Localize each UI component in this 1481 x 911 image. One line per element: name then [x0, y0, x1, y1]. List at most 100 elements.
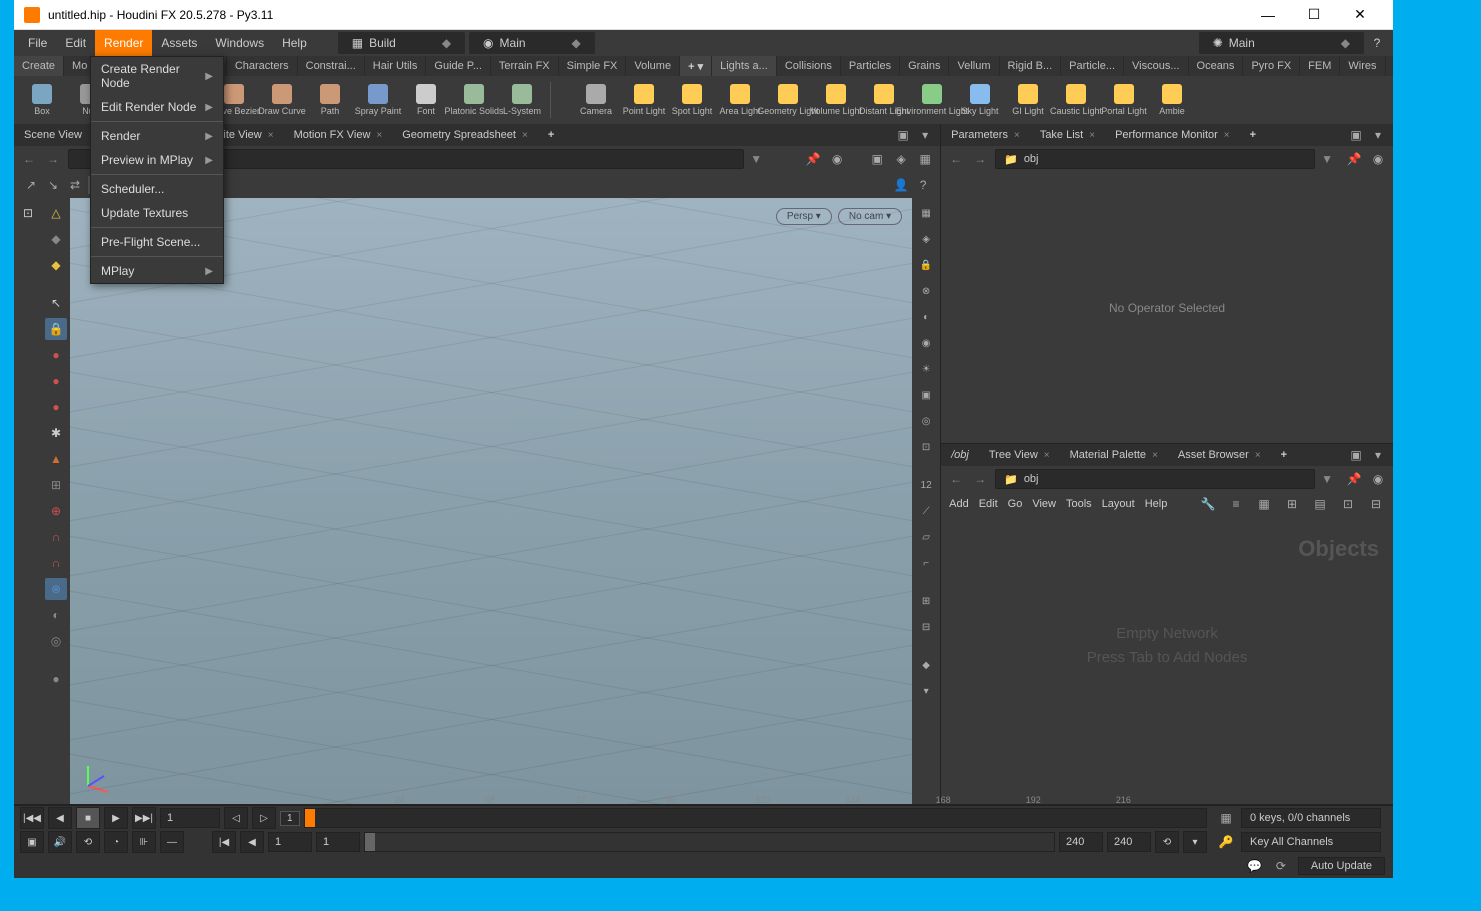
menu-file[interactable]: File [19, 30, 56, 56]
tab-motion-fx-view[interactable]: Motion FX View × [284, 124, 393, 146]
nav-forward-button[interactable]: → [44, 150, 62, 168]
shelf-tab-simple-fx[interactable]: Simple FX [559, 56, 627, 76]
display-option-3[interactable]: ⊗ [915, 280, 937, 302]
radial-menu-selector[interactable]: ✺ Main ◆ [1199, 32, 1364, 54]
net-toolbar-icon-6[interactable]: ⊟ [1367, 495, 1385, 513]
shelf-tab-particles[interactable]: Particles [841, 56, 900, 76]
render-menu-update-textures[interactable]: Update Textures [91, 201, 223, 225]
display-option-5[interactable]: ◉ [915, 332, 937, 354]
param-link-icon[interactable]: ◉ [1369, 150, 1387, 168]
link-icon[interactable]: ◉ [828, 150, 846, 168]
shelf-tool-camera[interactable]: Camera [572, 78, 620, 122]
shelf-tool-caustic-light[interactable]: Caustic Light [1052, 78, 1100, 122]
shelf-tab-wires[interactable]: Wires [1340, 56, 1385, 76]
shelf-tool-spray-paint[interactable]: Spray Paint [354, 78, 402, 122]
shelf-tool-portal-light[interactable]: Portal Light [1100, 78, 1148, 122]
net-toolbar-icon-0[interactable]: 🔧 [1199, 495, 1217, 513]
shelf-tab-collisions[interactable]: Collisions [777, 56, 841, 76]
net-pin-icon[interactable]: 📌 [1345, 470, 1363, 488]
shelf-tool-lsystem[interactable]: L-System [498, 78, 546, 122]
pane-max-icon[interactable]: ▣ [1347, 446, 1365, 464]
shelf-tab-vellum[interactable]: Vellum [949, 56, 999, 76]
shelf-tab-lights-a-[interactable]: Lights a... [712, 56, 777, 76]
integer-button[interactable]: ⊪ [132, 831, 156, 853]
display-option-4[interactable]: ◐ [915, 306, 937, 328]
step-fwd-button[interactable]: ▷ [252, 807, 276, 829]
net-menu-add[interactable]: Add [949, 498, 969, 510]
viewport-tool-9[interactable]: ✱ [45, 422, 67, 444]
param-nav-fwd[interactable]: → [971, 150, 989, 168]
pane-menu-icon[interactable]: ▾ [1369, 126, 1387, 144]
desktop-selector-build[interactable]: ▦ Build ◆ [338, 32, 465, 54]
shelf-tool-path[interactable]: Path [306, 78, 354, 122]
display-option-11[interactable]: 12 [915, 474, 937, 496]
net-menu-layout[interactable]: Layout [1102, 498, 1135, 510]
net-toolbar-icon-2[interactable]: ▦ [1255, 495, 1273, 513]
maximize-button[interactable]: ☐ [1291, 0, 1337, 30]
shelf-tab-hair-utils[interactable]: Hair Utils [365, 56, 427, 76]
display-option-16[interactable]: ⊞ [915, 590, 937, 612]
minimize-button[interactable]: — [1245, 0, 1291, 30]
shelf-tool-draw-curve[interactable]: Draw Curve [258, 78, 306, 122]
render-menu-mplay[interactable]: MPlay▶ [91, 259, 223, 283]
play-backward-button[interactable]: ◀ [48, 807, 72, 829]
shelf-tab-fem[interactable]: FEM [1300, 56, 1340, 76]
first-frame-button[interactable]: |◀◀ [20, 807, 44, 829]
nav-back-button[interactable]: ← [20, 150, 38, 168]
net-menu-edit[interactable]: Edit [979, 498, 998, 510]
tab-parameters[interactable]: Parameters × [941, 124, 1030, 146]
shelf-tool-box[interactable]: Box [18, 78, 66, 122]
shelf-tab-create[interactable]: Create [14, 56, 64, 76]
viewport-tool-1[interactable]: ◆ [45, 228, 67, 250]
range-end-field[interactable] [1059, 832, 1103, 852]
shelf-tool-environment-light[interactable]: Environment Light [908, 78, 956, 122]
shelf-tab-constrai-[interactable]: Constrai... [298, 56, 365, 76]
shelf-tool-spot-light[interactable]: Spot Light [668, 78, 716, 122]
pin-icon[interactable]: 📌 [804, 150, 822, 168]
param-pin-icon[interactable]: 📌 [1345, 150, 1363, 168]
play-forward-button[interactable]: ▶ [104, 807, 128, 829]
shelf-tab-grains[interactable]: Grains [900, 56, 949, 76]
display-option-14[interactable]: ⌐ [915, 552, 937, 574]
shelf-tab-characters[interactable]: Characters [227, 56, 298, 76]
pane-max-icon[interactable]: ▣ [894, 126, 912, 144]
key-mode-field[interactable]: Key All Channels [1241, 832, 1381, 852]
shelf-tab-terrain-fx[interactable]: Terrain FX [491, 56, 559, 76]
viewport-tool-5[interactable]: 🔒 [45, 318, 67, 340]
tab-material-palette[interactable]: Material Palette × [1060, 444, 1168, 466]
viewport-tool-17[interactable]: ◎ [45, 630, 67, 652]
display-option-2[interactable]: 🔒 [915, 254, 937, 276]
tab-scene-view[interactable]: Scene View [14, 124, 92, 146]
3d-viewport[interactable]: Persp ▾ No cam ▾ [70, 198, 912, 804]
realtime-button[interactable]: ▣ [20, 831, 44, 853]
net-menu-view[interactable]: View [1032, 498, 1056, 510]
range-back-button[interactable]: ◀ [240, 831, 264, 853]
view-tool-1[interactable]: ↗ [22, 176, 40, 194]
pane-max-icon[interactable]: ▣ [1347, 126, 1365, 144]
viewport-tool-10[interactable]: ▲ [45, 448, 67, 470]
net-toolbar-icon-5[interactable]: ⊡ [1339, 495, 1357, 513]
view-tool-9[interactable]: 👤 [892, 176, 910, 194]
persp-dropdown[interactable]: Persp ▾ [776, 208, 832, 225]
current-frame-field[interactable] [160, 808, 220, 828]
viewport-tool-13[interactable]: ∩ [45, 526, 67, 548]
loop-button[interactable]: ⟲ [76, 831, 100, 853]
range-reset-button[interactable]: ⟲ [1155, 831, 1179, 853]
menu-windows[interactable]: Windows [206, 30, 273, 56]
shelf-tab-crowds[interactable]: Crowds [1386, 56, 1393, 76]
range-first-button[interactable]: |◀ [212, 831, 236, 853]
help-button[interactable]: ? [1366, 30, 1388, 56]
display-option-12[interactable]: ⟋ [915, 500, 937, 522]
step-back-button[interactable]: ◁ [224, 807, 248, 829]
render-menu-pre-flight-scene-[interactable]: Pre-Flight Scene... [91, 230, 223, 254]
net-toolbar-icon-3[interactable]: ⊞ [1283, 495, 1301, 513]
shelf-tab-oceans[interactable]: Oceans [1189, 56, 1244, 76]
network-view[interactable]: Objects Empty Network Press Tab to Add N… [941, 516, 1393, 804]
range-end2-field[interactable] [1107, 832, 1151, 852]
shelf-tab-rigid-b-[interactable]: Rigid B... [1000, 56, 1062, 76]
shelf-tool-ambient[interactable]: Ambie [1148, 78, 1196, 122]
last-frame-button[interactable]: ▶▶| [132, 807, 156, 829]
menu-edit[interactable]: Edit [56, 30, 95, 56]
net-nav-fwd[interactable]: → [971, 470, 989, 488]
display-option-0[interactable]: ▦ [915, 202, 937, 224]
